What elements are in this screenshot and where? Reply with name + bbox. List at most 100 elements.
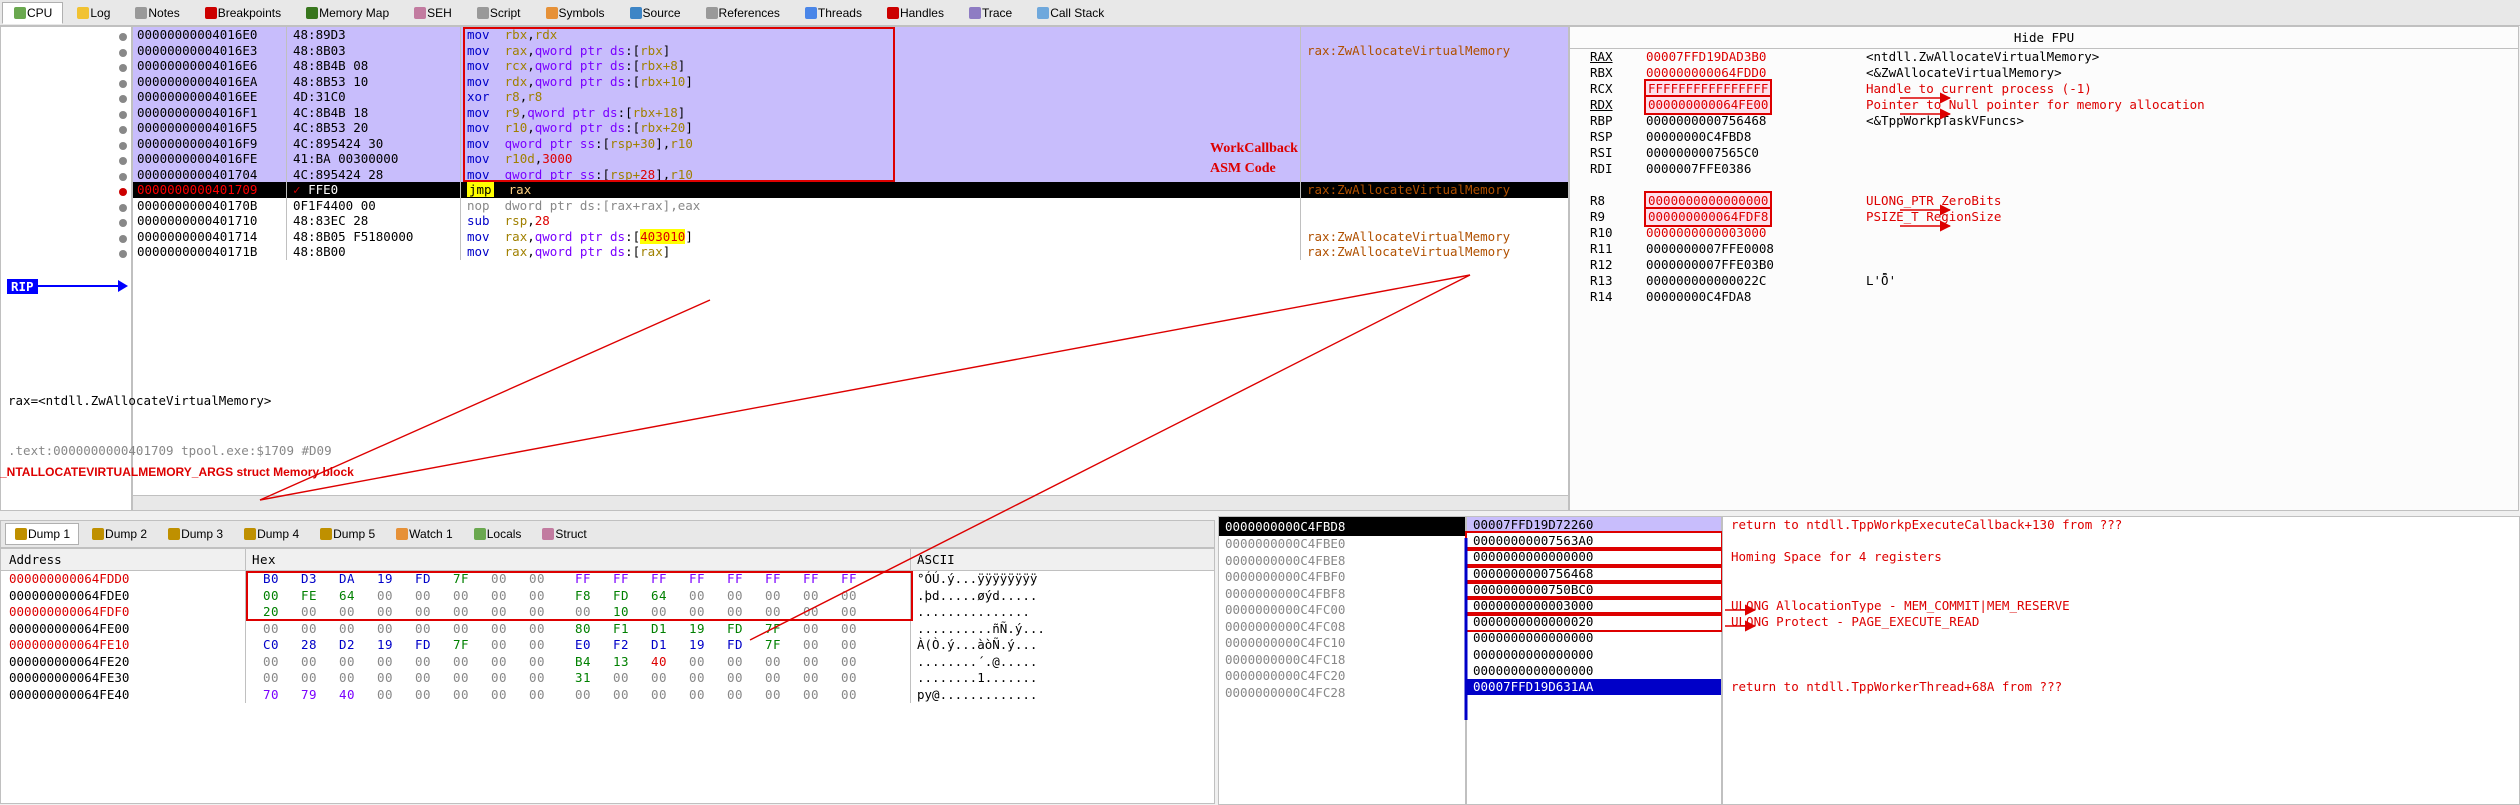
- stack-address-row[interactable]: 0000000000C4FC00: [1219, 602, 1465, 619]
- disasm-row[interactable]: 00000000004016F54C:8B53 20mov r10,qword …: [133, 120, 1568, 136]
- dump-tab-dump-2[interactable]: Dump 2: [83, 524, 155, 544]
- breakpoint-toggle[interactable]: [119, 126, 127, 134]
- register-row[interactable]: R120000000007FFE03B0: [1570, 257, 2518, 273]
- register-row[interactable]: R110000000007FFE0008: [1570, 241, 2518, 257]
- breakpoint-toggle[interactable]: [119, 188, 127, 196]
- stack-address-row[interactable]: 0000000000C4FC20: [1219, 668, 1465, 685]
- tab-call-stack[interactable]: Call Stack: [1025, 2, 1115, 24]
- register-row[interactable]: RBX000000000064FDD0<&ZwAllocateVirtualMe…: [1570, 65, 2518, 81]
- breakpoint-toggle[interactable]: [119, 219, 127, 227]
- disasm-row[interactable]: 000000000040171448:8B05 F5180000mov rax,…: [133, 229, 1568, 245]
- breakpoint-toggle[interactable]: [119, 80, 127, 88]
- dump-tab-dump-1[interactable]: Dump 1: [5, 523, 79, 545]
- dump-tab-watch-1[interactable]: Watch 1: [387, 524, 461, 544]
- register-row[interactable]: R80000000000000000ULONG_PTR ZeroBits: [1570, 193, 2518, 209]
- tab-cpu[interactable]: CPU: [2, 2, 63, 24]
- disasm-row[interactable]: 00000000004016EE4D:31C0xor r8,r8: [133, 89, 1568, 105]
- tab-memory-map[interactable]: Memory Map: [294, 2, 400, 24]
- breakpoint-toggle[interactable]: [119, 235, 127, 243]
- disasm-row[interactable]: 000000000040170B0F1F4400 00nop dword ptr…: [133, 198, 1568, 214]
- dump-header-address[interactable]: Address: [1, 549, 246, 570]
- horizontal-scrollbar[interactable]: [133, 495, 1568, 510]
- breakpoint-toggle[interactable]: [119, 111, 127, 119]
- stack-values[interactable]: 00007FFD19D7226000000000007563A000000000…: [1466, 516, 1722, 805]
- stack-value-row[interactable]: 00007FFD19D631AA: [1467, 679, 1721, 695]
- stack-address-row[interactable]: 0000000000C4FC18: [1219, 652, 1465, 669]
- tab-notes[interactable]: Notes: [123, 2, 190, 24]
- stack-value-row[interactable]: 0000000000000020: [1467, 614, 1721, 630]
- breakpoint-toggle[interactable]: [119, 142, 127, 150]
- disasm-row[interactable]: 0000000000401709✓ FFE0jmp raxrax:ZwAlloc…: [133, 182, 1568, 198]
- register-row[interactable]: RBP0000000000756468<&TppWorkpTaskVFuncs>: [1570, 113, 2518, 129]
- stack-address-row[interactable]: 0000000000C4FBE8: [1219, 553, 1465, 570]
- tab-symbols[interactable]: Symbols: [534, 2, 616, 24]
- breakpoint-toggle[interactable]: [119, 49, 127, 57]
- dump-header-ascii[interactable]: ASCII: [911, 549, 1214, 570]
- disasm-row[interactable]: 000000000040171B48:8B00mov rax,qword ptr…: [133, 244, 1568, 260]
- disasm-row[interactable]: 00000000004016EA48:8B53 10mov rdx,qword …: [133, 74, 1568, 90]
- tab-seh[interactable]: SEH: [402, 2, 463, 24]
- dump-row[interactable]: 000000000064FE000000000000000000 80F1D11…: [1, 621, 1214, 638]
- stack-value-row[interactable]: 0000000000750BC0: [1467, 582, 1721, 598]
- register-row[interactable]: R13000000000000022CL'Ȭ': [1570, 273, 2518, 289]
- dump-tab-dump-5[interactable]: Dump 5: [311, 524, 383, 544]
- disasm-row[interactable]: 00000000004016F14C:8B4B 18mov r9,qword p…: [133, 105, 1568, 121]
- stack-value-row[interactable]: 0000000000756468: [1467, 566, 1721, 582]
- disasm-row[interactable]: 00000000004016FE41:BA 00300000mov r10d,3…: [133, 151, 1568, 167]
- dump-row[interactable]: 000000000064FDD0B0D3DA19FD7F0000 FFFFFFF…: [1, 571, 1214, 588]
- tab-trace[interactable]: Trace: [957, 2, 1023, 24]
- register-row[interactable]: RAX00007FFD19DAD3B0<ntdll.ZwAllocateVirt…: [1570, 49, 2518, 65]
- stack-value-row[interactable]: 0000000000000000: [1467, 663, 1721, 679]
- tab-handles[interactable]: Handles: [875, 2, 955, 24]
- disasm-row[interactable]: 000000000040171048:83EC 28sub rsp,28: [133, 213, 1568, 229]
- breakpoint-toggle[interactable]: [119, 95, 127, 103]
- stack-address-row[interactable]: 0000000000C4FC08: [1219, 619, 1465, 636]
- breakpoint-toggle[interactable]: [119, 250, 127, 258]
- tab-references[interactable]: References: [694, 2, 791, 24]
- stack-value-row[interactable]: 00000000007563A0: [1467, 533, 1721, 549]
- stack-value-row[interactable]: 0000000000000000: [1467, 630, 1721, 646]
- stack-address-row[interactable]: 0000000000C4FC28: [1219, 685, 1465, 702]
- disasm-row[interactable]: 00000000004016E648:8B4B 08mov rcx,qword …: [133, 58, 1568, 74]
- stack-address-row[interactable]: 0000000000C4FC10: [1219, 635, 1465, 652]
- dump-tab-dump-3[interactable]: Dump 3: [159, 524, 231, 544]
- disasm-row[interactable]: 00000000004016F94C:895424 30mov qword pt…: [133, 136, 1568, 152]
- dump-tab-struct[interactable]: Struct: [533, 524, 594, 544]
- tab-log[interactable]: Log: [65, 2, 121, 24]
- tab-script[interactable]: Script: [465, 2, 532, 24]
- dump-view[interactable]: Address Hex ASCII 000000000064FDD0B0D3DA…: [0, 548, 1215, 804]
- breakpoint-toggle[interactable]: [119, 33, 127, 41]
- breakpoint-gutter[interactable]: RIP: [0, 26, 132, 511]
- register-row[interactable]: R1400000000C4FDA8: [1570, 289, 2518, 305]
- stack-value-row[interactable]: 0000000000003000: [1467, 598, 1721, 614]
- registers-panel[interactable]: Hide FPU RAX00007FFD19DAD3B0<ntdll.ZwAll…: [1569, 26, 2519, 511]
- dump-tab-locals[interactable]: Locals: [465, 524, 530, 544]
- tab-breakpoints[interactable]: Breakpoints: [193, 2, 292, 24]
- register-row[interactable]: RSI0000000007565C0: [1570, 145, 2518, 161]
- stack-addresses[interactable]: 0000000000C4FBD8 0000000000C4FBE00000000…: [1218, 516, 1466, 805]
- register-row[interactable]: [1570, 177, 2518, 193]
- stack-value-row[interactable]: 0000000000000000: [1467, 549, 1721, 565]
- dump-row[interactable]: 000000000064FDE000FE640000000000 F8FD640…: [1, 588, 1214, 605]
- breakpoint-toggle[interactable]: [119, 64, 127, 72]
- register-row[interactable]: RDI0000007FFE0386: [1570, 161, 2518, 177]
- register-row[interactable]: R100000000000003000: [1570, 225, 2518, 241]
- dump-row[interactable]: 000000000064FE10C028D219FD7F0000 E0F2D11…: [1, 637, 1214, 654]
- register-row[interactable]: RCXFFFFFFFFFFFFFFFFHandle to current pro…: [1570, 81, 2518, 97]
- stack-address-row[interactable]: 0000000000C4FBF8: [1219, 586, 1465, 603]
- dump-row[interactable]: 000000000064FDF02000000000000000 0010000…: [1, 604, 1214, 621]
- stack-value-row[interactable]: 00007FFD19D72260: [1467, 517, 1721, 533]
- register-row[interactable]: RSP00000000C4FBD8: [1570, 129, 2518, 145]
- breakpoint-toggle[interactable]: [119, 204, 127, 212]
- dump-row[interactable]: 000000000064FE200000000000000000 B413400…: [1, 654, 1214, 671]
- dump-tab-dump-4[interactable]: Dump 4: [235, 524, 307, 544]
- register-row[interactable]: R9000000000064FDF8PSIZE_T RegionSize: [1570, 209, 2518, 225]
- stack-comments[interactable]: return to ntdll.TppWorkpExecuteCallback+…: [1722, 516, 2520, 805]
- stack-address-row[interactable]: 0000000000C4FBE0: [1219, 536, 1465, 553]
- breakpoint-toggle[interactable]: [119, 173, 127, 181]
- registers-hide-fpu[interactable]: Hide FPU: [1570, 27, 2518, 49]
- breakpoint-toggle[interactable]: [119, 157, 127, 165]
- stack-address-row[interactable]: 0000000000C4FBF0: [1219, 569, 1465, 586]
- register-row[interactable]: RDX000000000064FE00Pointer to Null point…: [1570, 97, 2518, 113]
- dump-row[interactable]: 000000000064FE300000000000000000 3100000…: [1, 670, 1214, 687]
